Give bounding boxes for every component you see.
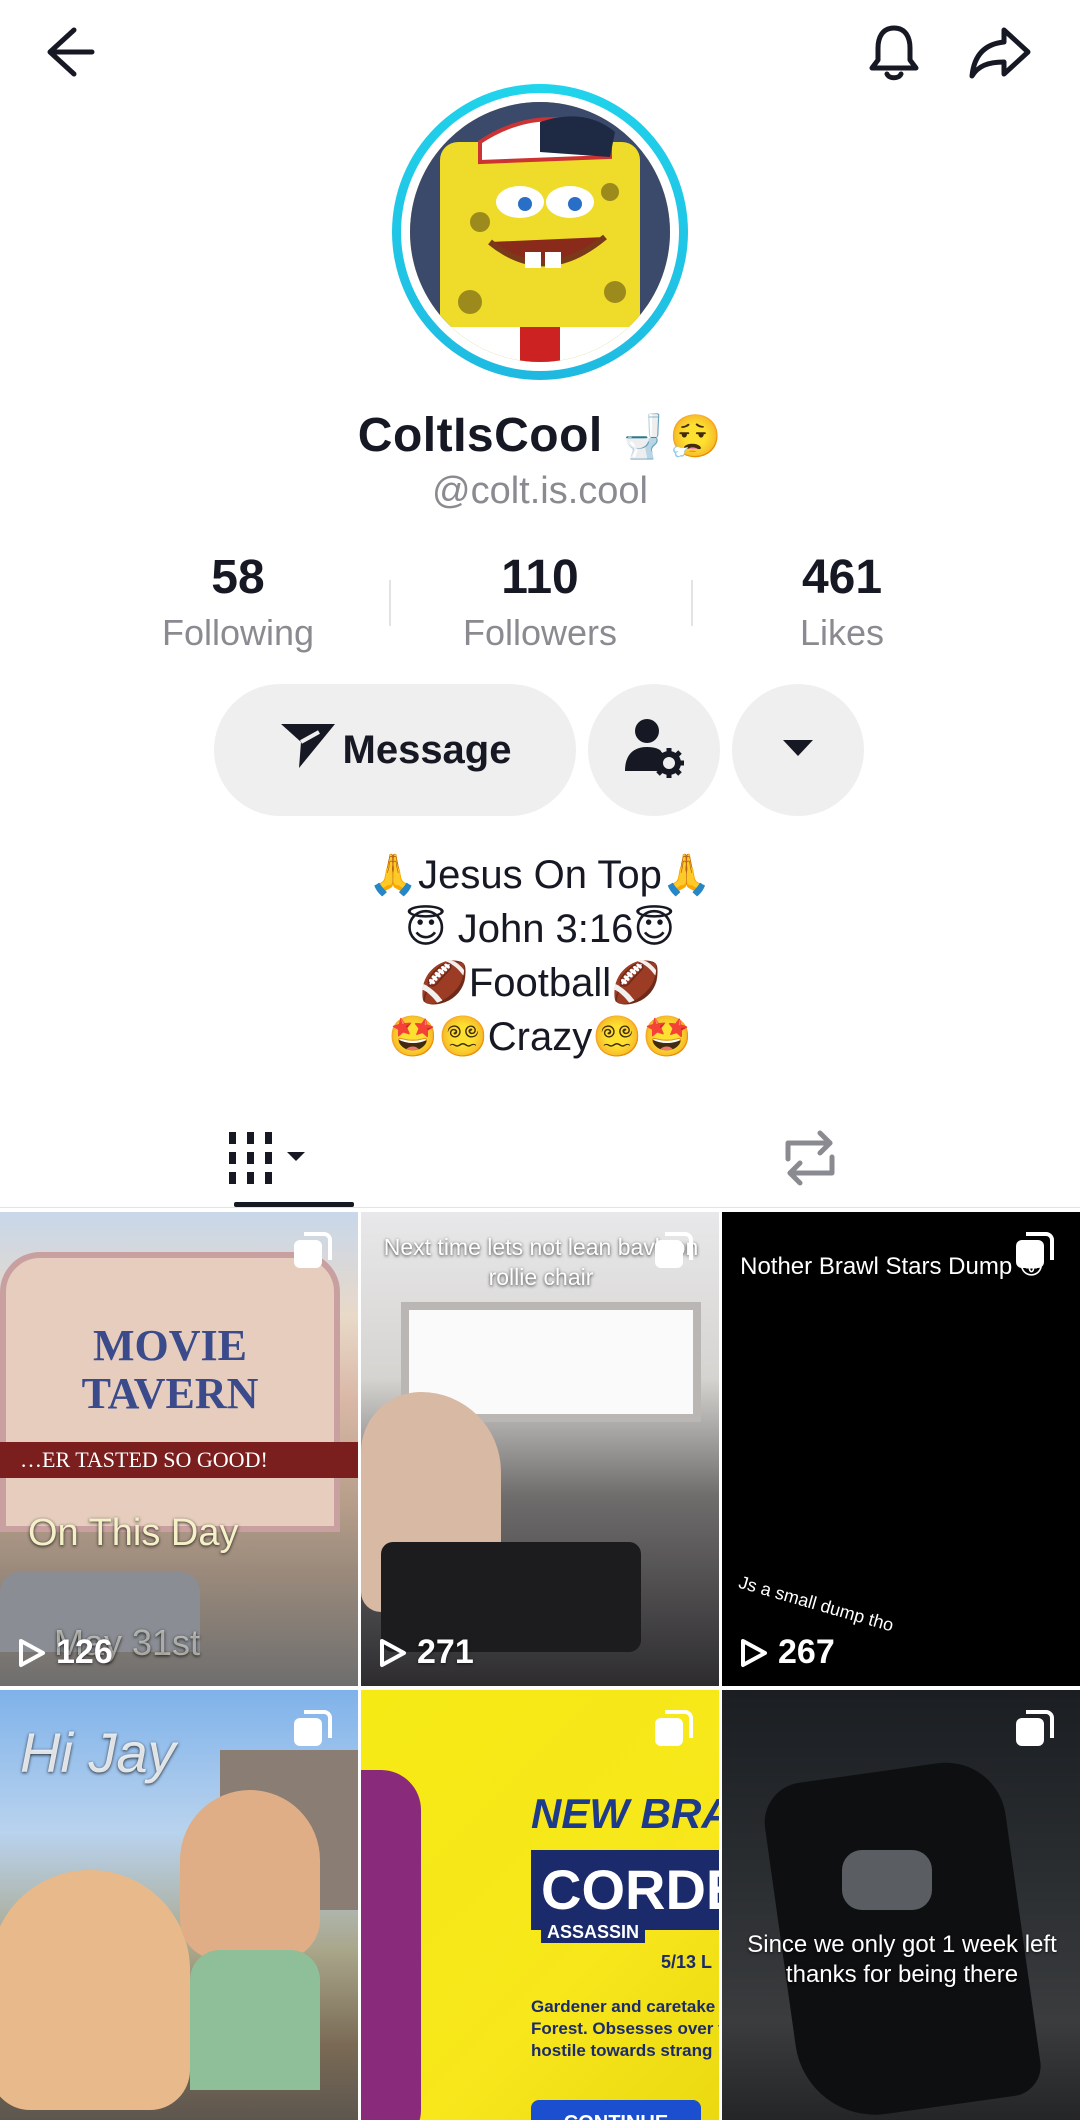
- send-icon: [279, 720, 337, 780]
- display-name-text: ColtIsCool: [357, 409, 603, 462]
- profile-bio: 🙏Jesus On Top🙏 😇 John 3:16😇 🏈Football🏈 🤩…: [0, 848, 1080, 1064]
- back-arrow-icon[interactable]: [34, 14, 110, 90]
- stat-following[interactable]: 58 Following: [118, 550, 358, 654]
- view-count: 271: [379, 1633, 474, 1672]
- repost-icon: [778, 1129, 842, 1192]
- profile-stats: 58 Following 110 Followers 461 Likes: [0, 550, 1080, 660]
- video-caption: Nother Brawl Stars Dump 😛: [740, 1253, 1044, 1280]
- video-thumbnail[interactable]: MOVIE TAVERN …ER TASTED SO GOOD! On This…: [0, 1212, 358, 1686]
- profile-tabs: [0, 1112, 1080, 1208]
- video-thumbnail[interactable]: Since we only got 1 week left thanks for…: [722, 1690, 1080, 2120]
- follow-settings-button[interactable]: [588, 684, 720, 816]
- active-tab-indicator: [234, 1202, 354, 1207]
- suggested-accounts-button[interactable]: [732, 684, 864, 816]
- stat-followers-count: 110: [501, 551, 579, 604]
- sign-subtext: …ER TASTED SO GOOD!: [0, 1442, 358, 1478]
- message-button[interactable]: Message: [214, 684, 576, 816]
- tab-reposts[interactable]: [540, 1112, 1080, 1208]
- multi-photo-icon: [1014, 1710, 1054, 1755]
- bio-line: 🙏Jesus On Top🙏: [368, 853, 712, 897]
- user-gear-icon: [621, 715, 687, 786]
- caret-down-icon: [781, 738, 815, 763]
- play-icon: [741, 1638, 767, 1667]
- promo-tag: ASSASSIN: [541, 1922, 646, 1943]
- multi-photo-icon: [292, 1232, 332, 1277]
- promo-title-line2: CORDE: [531, 1850, 719, 1930]
- multi-photo-icon: [653, 1232, 693, 1277]
- stat-followers-label: Followers: [462, 612, 618, 653]
- video-caption: On This Day: [28, 1512, 239, 1554]
- promo-continue: CONTINUE: [531, 2100, 701, 2120]
- stat-followers[interactable]: 110 Followers: [420, 550, 660, 654]
- tab-videos[interactable]: [0, 1112, 540, 1208]
- person-face: [0, 1870, 190, 2110]
- character-shape: [361, 1770, 421, 2120]
- sign-text: MOVIE TAVERN: [81, 1321, 259, 1418]
- grid-icon: [225, 1130, 315, 1191]
- promo-title-line1: NEW BRA: [531, 1790, 719, 1837]
- play-icon: [19, 1638, 45, 1667]
- motorcycle-highlight: [842, 1850, 932, 1910]
- bio-line: 🏈Football🏈: [419, 961, 661, 1005]
- video-thumbnail[interactable]: Next time lets not lean bavk on rollie c…: [361, 1212, 719, 1686]
- display-name: ColtIsCool 🚽😮‍💨: [0, 408, 1080, 463]
- avatar: [410, 102, 670, 362]
- multi-photo-icon: [292, 1710, 332, 1755]
- stat-likes-label: Likes: [799, 612, 885, 653]
- stat-likes-count: 461: [801, 551, 883, 604]
- video-caption: Hi Jay: [20, 1721, 176, 1784]
- view-count-text: 271: [417, 1633, 474, 1671]
- share-icon[interactable]: [962, 14, 1038, 90]
- view-count: 126: [18, 1633, 113, 1672]
- promo-date: 5/13 L: [661, 1952, 713, 1972]
- avatar-ring[interactable]: [392, 84, 688, 380]
- stat-following-count: 58: [211, 551, 265, 604]
- multi-photo-icon: [1014, 1232, 1054, 1277]
- person-face: [180, 1790, 320, 1960]
- video-thumbnail[interactable]: Hi Jay: [0, 1690, 358, 2120]
- multi-photo-icon: [653, 1710, 693, 1755]
- display-name-emoji: 🚽😮‍💨: [616, 412, 723, 461]
- username-handle: @colt.is.cool: [432, 470, 648, 512]
- promo-description: Gardener and caretake Forest. Obsesses o…: [531, 1997, 719, 2060]
- stat-divider: [389, 580, 391, 626]
- view-count-text: 267: [778, 1633, 835, 1671]
- bio-line: 😇 John 3:16😇: [404, 907, 676, 951]
- profile-actions: Message: [0, 684, 1080, 816]
- play-icon: [380, 1638, 406, 1667]
- view-count: 267: [740, 1633, 835, 1672]
- message-button-label: Message: [342, 727, 512, 772]
- video-thumbnail[interactable]: Nother Brawl Stars Dump 😛 Js a small dum…: [722, 1212, 1080, 1686]
- stat-divider: [691, 580, 693, 626]
- bio-line: 🤩😵‍💫Crazy😵‍💫🤩: [388, 1015, 692, 1059]
- stat-following-label: Following: [161, 612, 315, 653]
- shirt-shape: [190, 1950, 320, 2090]
- bell-icon[interactable]: [856, 14, 932, 90]
- video-small-caption: Js a small dump tho: [736, 1572, 896, 1636]
- video-thumbnail[interactable]: NEW BRA CORDE ASSASSIN 5/13 L Gardener a…: [361, 1690, 719, 2120]
- video-caption: Since we only got 1 week left thanks for…: [747, 1931, 1057, 1988]
- video-grid: MOVIE TAVERN …ER TASTED SO GOOD! On This…: [0, 1212, 1080, 2120]
- stat-likes[interactable]: 461 Likes: [722, 550, 962, 654]
- view-count-text: 126: [56, 1633, 113, 1671]
